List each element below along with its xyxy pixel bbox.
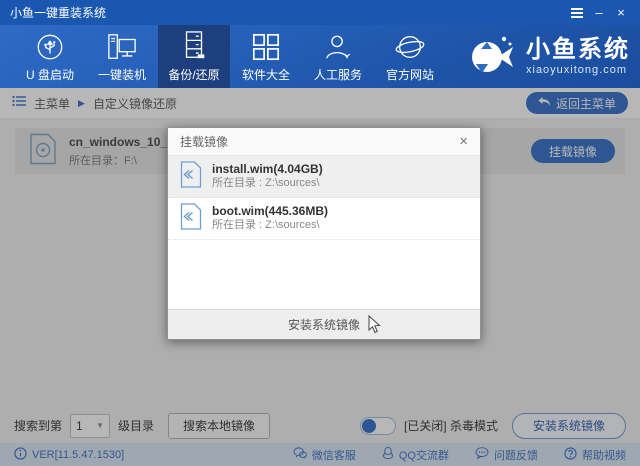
nav-label: U 盘启动 — [25, 68, 74, 82]
minimize-icon[interactable]: – — [588, 4, 610, 22]
nav-label: 官方网站 — [385, 68, 434, 82]
nav-label: 软件大全 — [241, 68, 290, 82]
mount-image-dialog: 挂载镜像 × install.wim(4.04GB) 所在目录 : Z:\sou… — [167, 127, 481, 340]
nav-label: 人工服务 — [313, 68, 362, 82]
person-icon — [323, 30, 353, 62]
wim-file-path: 所在目录 : Z:\sources\ — [212, 219, 320, 232]
wim-file-name: install.wim(4.04GB) — [212, 162, 323, 177]
close-icon[interactable]: × — [610, 4, 632, 22]
wim-file-icon — [180, 160, 202, 193]
grid-icon — [251, 30, 281, 62]
computer-icon — [105, 30, 139, 62]
nav-label: 备份/还原 — [168, 68, 220, 82]
mouse-cursor — [368, 314, 381, 339]
titlebar: 小鱼一键重装系统 – × — [0, 0, 640, 25]
dialog-header: 挂载镜像 × — [168, 128, 480, 156]
dialog-install-button[interactable]: 安装系统镜像 — [168, 309, 480, 339]
nav-item-support[interactable]: 人工服务 — [302, 25, 374, 88]
wim-list-item-boot[interactable]: boot.wim(445.36MB) 所在目录 : Z:\sources\ — [168, 198, 480, 240]
wim-file-icon — [180, 202, 202, 235]
brand-name: 小鱼系统 — [526, 36, 630, 64]
window-title: 小鱼一键重装系统 — [10, 6, 107, 20]
server-icon — [179, 30, 209, 62]
main-nav: U 盘启动 一键装机 备份/还原 软件大全 人工服务 官方网站 小鱼系统 xia… — [0, 25, 640, 88]
wim-file-path: 所在目录 : Z:\sources\ — [212, 177, 320, 190]
dialog-body: install.wim(4.04GB) 所在目录 : Z:\sources\ b… — [168, 156, 480, 309]
nav-item-usb-boot[interactable]: U 盘启动 — [14, 25, 86, 88]
wim-file-name: boot.wim(445.36MB) — [212, 204, 329, 219]
menu-icon[interactable] — [566, 4, 588, 22]
brand-logo: 小鱼系统 xiaoyuxitong.com — [466, 31, 630, 82]
nav-item-backup-restore[interactable]: 备份/还原 — [158, 25, 230, 88]
globe-icon — [394, 30, 426, 62]
nav-label: 一键装机 — [97, 68, 146, 82]
brand-url: xiaoyuxitong.com — [526, 63, 627, 76]
fish-logo-icon — [466, 31, 518, 82]
nav-item-one-click-install[interactable]: 一键装机 — [86, 25, 158, 88]
usb-icon — [35, 30, 65, 62]
nav-item-website[interactable]: 官方网站 — [374, 25, 446, 88]
dialog-close-icon[interactable]: × — [459, 134, 468, 149]
wim-list-item-install[interactable]: install.wim(4.04GB) 所在目录 : Z:\sources\ — [168, 156, 480, 198]
dialog-title: 挂载镜像 — [180, 135, 229, 149]
nav-item-software[interactable]: 软件大全 — [230, 25, 302, 88]
